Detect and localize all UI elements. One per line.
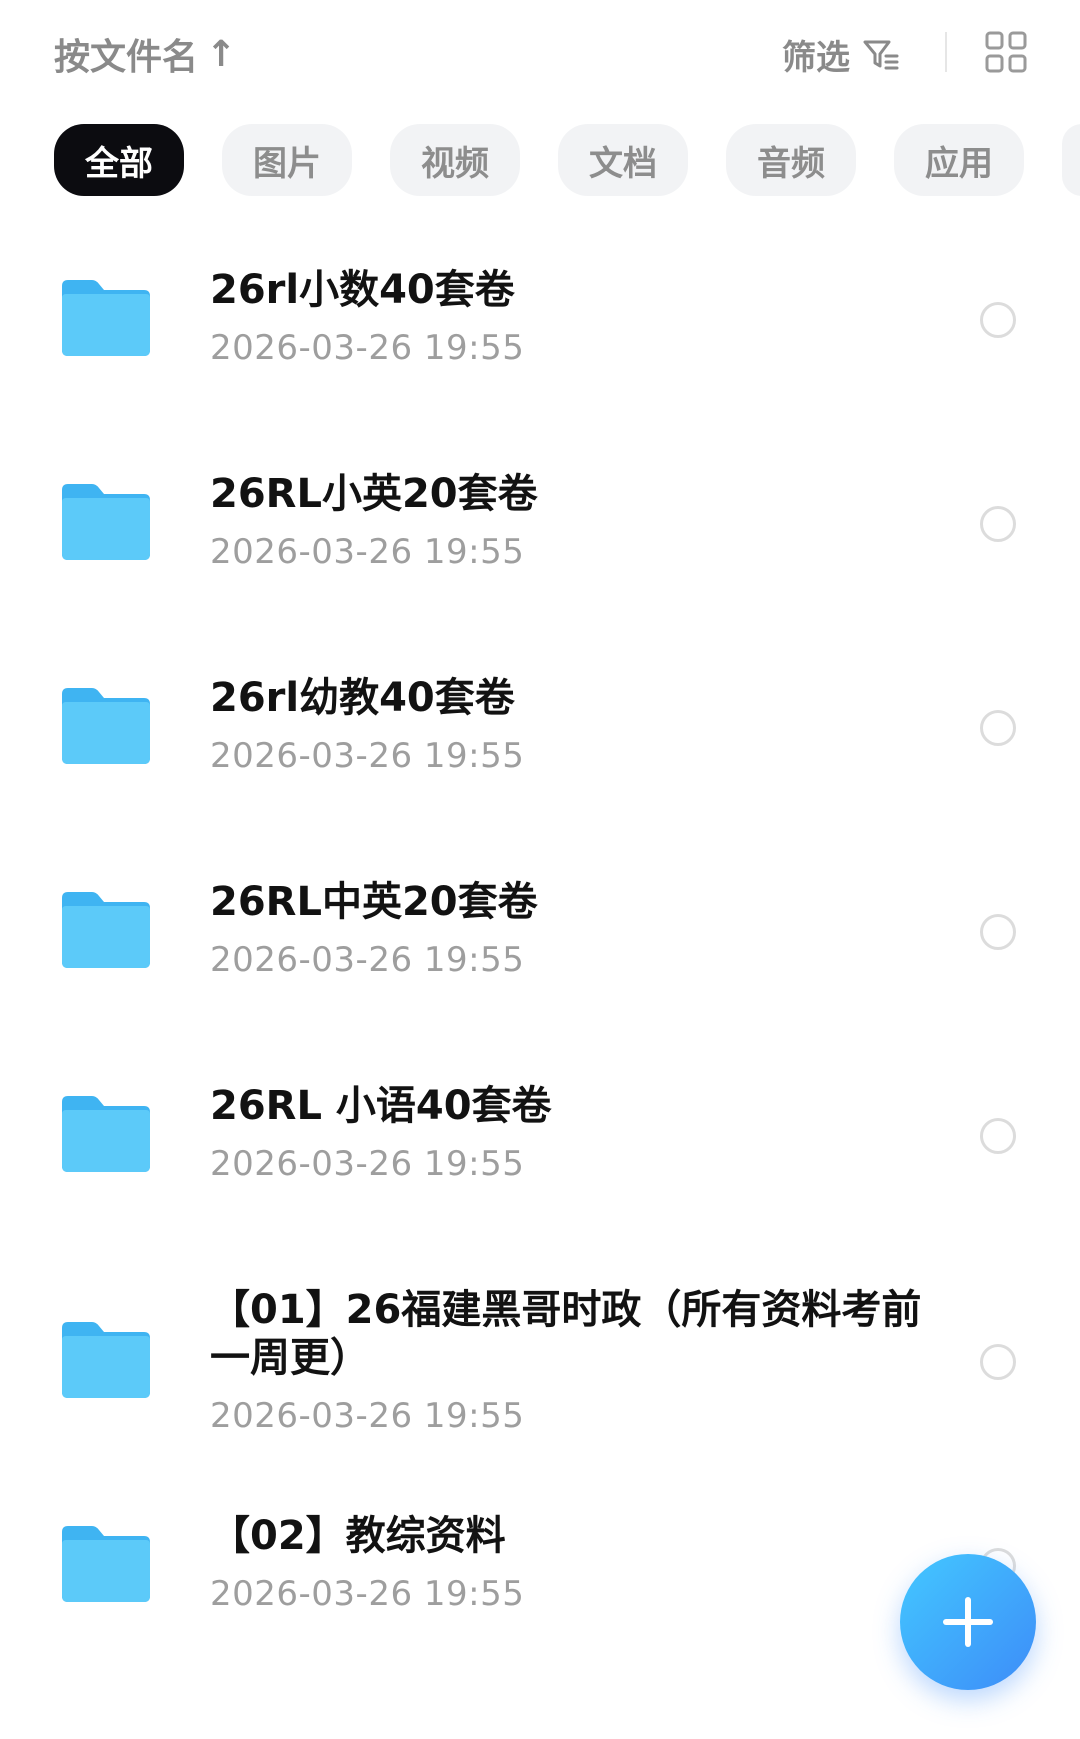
folder-icon [62,688,150,764]
sort-button[interactable]: 按文件名 ↑ [54,28,236,80]
tab-images[interactable]: 图片 [222,124,352,196]
header-divider [945,32,947,72]
filter-label: 筛选 [782,38,850,78]
select-radio[interactable] [980,506,1016,542]
tab-label: 文档 [589,143,657,184]
folder-icon [62,1096,150,1172]
tab-label: 应用 [925,143,993,184]
file-time: 2026-03-26 19:55 [210,940,525,980]
filter-button[interactable]: 筛选 [782,30,900,79]
list-item[interactable]: 【01】26福建黑哥时政（所有资料考前一周更） 2026-03-26 19:55 [0,1250,1080,1476]
tab-label: 视频 [421,143,489,184]
file-time: 2026-03-26 19:55 [210,328,525,368]
tab-apps[interactable]: 应用 [894,124,1024,196]
tab-videos[interactable]: 视频 [390,124,520,196]
file-name: 【02】教综资料 [210,1513,506,1559]
file-name: 26RL中英20套卷 [210,879,538,925]
file-time: 2026-03-26 19:55 [210,532,525,572]
tab-documents[interactable]: 文档 [558,124,688,196]
select-radio[interactable] [980,1344,1016,1380]
tab-label: 全部 [85,143,153,184]
select-radio[interactable] [980,914,1016,950]
list-item[interactable]: 26rl小数40套卷 2026-03-26 19:55 [0,230,1080,434]
folder-icon [62,1322,150,1398]
file-time: 2026-03-26 19:55 [210,1144,525,1184]
file-time: 2026-03-26 19:55 [210,1396,525,1436]
file-name: 26rl小数40套卷 [210,267,515,313]
list-item[interactable]: 26RL小英20套卷 2026-03-26 19:55 [0,434,1080,638]
tab-all[interactable]: 全部 [54,124,184,196]
sort-label: 按文件名 [54,37,199,78]
folder-icon [62,280,150,356]
sort-arrow-icon: ↑ [206,33,237,75]
tab-label: 图片 [253,143,321,184]
plus-icon [943,1597,993,1647]
add-button[interactable] [900,1554,1036,1690]
top-bar: 按文件名 ↑ 筛选 [0,0,1080,110]
list-item[interactable]: 26RL 小语40套卷 2026-03-26 19:55 [0,1046,1080,1250]
file-name: 【01】26福建黑哥时政（所有资料考前一周更） [210,1287,922,1381]
tab-audio[interactable]: 音频 [726,124,856,196]
select-radio[interactable] [980,1118,1016,1154]
list-item[interactable]: 26rl幼教40套卷 2026-03-26 19:55 [0,638,1080,842]
select-radio[interactable] [980,302,1016,338]
list-item[interactable]: 26RL中英20套卷 2026-03-26 19:55 [0,842,1080,1046]
select-radio[interactable] [980,710,1016,746]
file-time: 2026-03-26 19:55 [210,1574,525,1614]
folder-icon [62,892,150,968]
category-tabs: 全部 图片 视频 文档 音频 应用 [54,124,1080,196]
tab-label: 音频 [757,143,825,184]
file-name: 26RL小英20套卷 [210,471,538,517]
folder-icon [62,484,150,560]
filter-icon [863,40,899,69]
tab-more-partial[interactable] [1062,124,1080,196]
file-name: 26rl幼教40套卷 [210,675,515,721]
folder-icon [62,1526,150,1602]
file-time: 2026-03-26 19:55 [210,736,525,776]
grid-view-icon[interactable] [984,30,1028,74]
file-list: 26rl小数40套卷 2026-03-26 19:55 26RL小英20套卷 2… [0,230,1080,1680]
file-name: 26RL 小语40套卷 [210,1083,552,1129]
